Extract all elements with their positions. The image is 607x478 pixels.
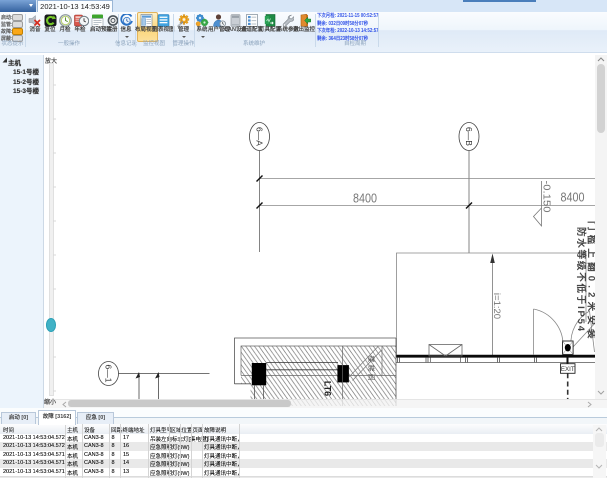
svg-text:6—A: 6—A <box>254 127 264 146</box>
svg-text:防水等级不低于IP54: 防水等级不低于IP54 <box>575 227 587 333</box>
svg-text:i=1:20: i=1:20 <box>491 293 502 319</box>
svg-text:8400: 8400 <box>353 192 377 206</box>
svg-text:6—B: 6—B <box>464 127 474 146</box>
svg-text:LT6: LT6 <box>323 381 333 396</box>
svg-text:EXIT: EXIT <box>561 366 575 373</box>
svg-text:楼梯间: 楼梯间 <box>367 356 376 383</box>
svg-text:-0.150: -0.150 <box>541 181 552 213</box>
svg-text:6—1: 6—1 <box>103 365 113 383</box>
svg-text:8400: 8400 <box>561 191 585 205</box>
